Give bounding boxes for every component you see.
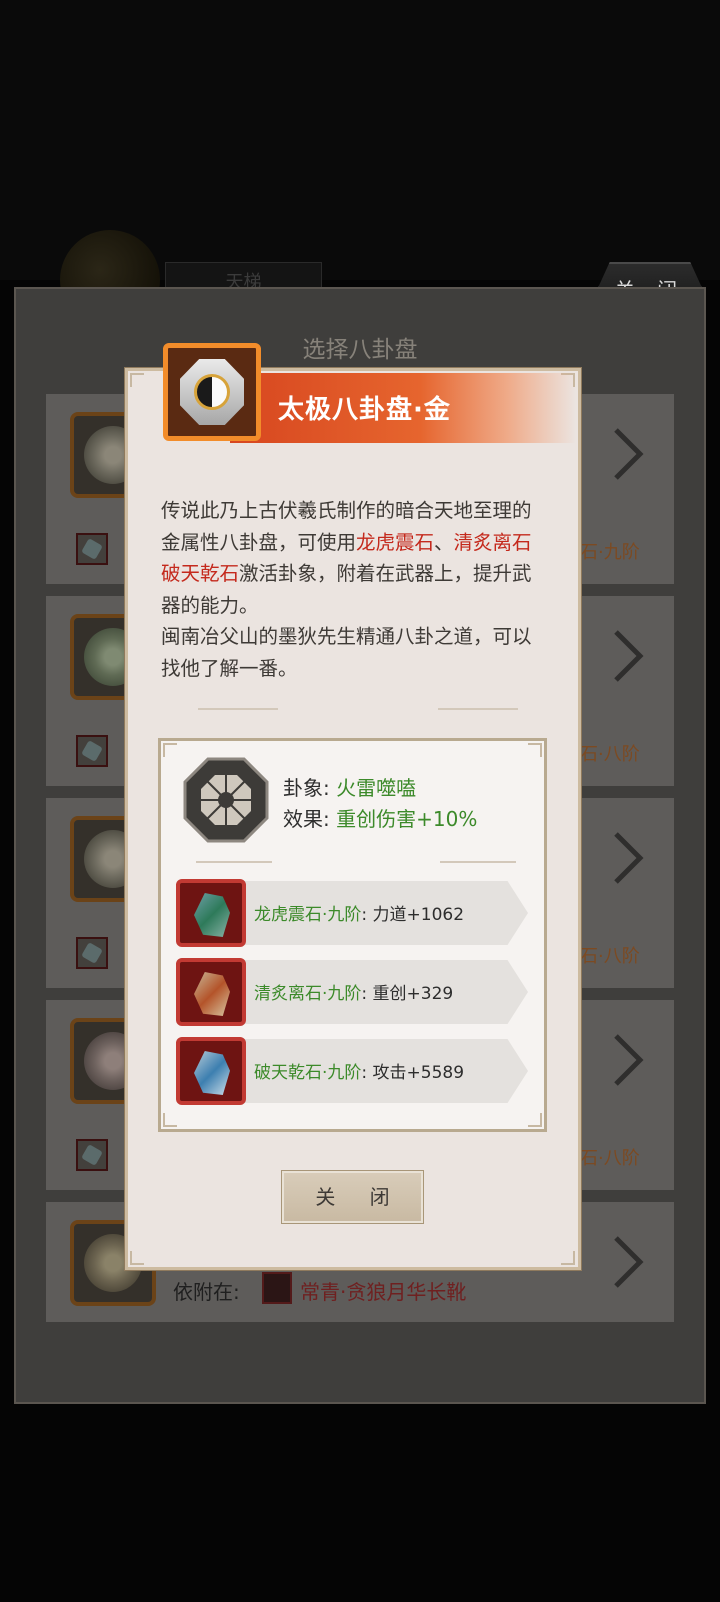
effect-line: 效果: 重创伤害+10% bbox=[283, 803, 477, 832]
effect-value: 重创伤害+10% bbox=[336, 807, 478, 831]
stone-tier-label: 石·八阶 bbox=[580, 744, 640, 765]
desc-stone-highlight: 破天乾石 bbox=[161, 562, 240, 585]
bagua-trigram-icon bbox=[183, 757, 269, 843]
gua-label: 卦象: bbox=[283, 776, 330, 800]
longhu-stone-icon bbox=[176, 879, 246, 947]
chevron-right-icon bbox=[614, 428, 644, 480]
stone-small-icon bbox=[76, 533, 108, 565]
stone-stat: 龙虎震石·九阶: 力道+1062 bbox=[254, 900, 464, 925]
corner-ornament bbox=[561, 1251, 575, 1265]
corner-ornament bbox=[130, 373, 144, 387]
stone-name: 清炙离石·九阶 bbox=[254, 984, 362, 1004]
chevron-right-icon bbox=[614, 1236, 644, 1288]
stone-row[interactable]: 龙虎震石·九阶: 力道+1062 bbox=[176, 879, 528, 947]
chevron-right-icon bbox=[614, 1034, 644, 1086]
stone-tier-label: 石·九阶 bbox=[580, 542, 640, 563]
desc-stone-highlight: 清炙离石 bbox=[453, 530, 532, 554]
stone-tier-label: 石·八阶 bbox=[580, 1148, 640, 1169]
stone-row[interactable]: 破天乾石·九阶: 攻击+5589 bbox=[176, 1037, 528, 1105]
corner-ornament bbox=[528, 1113, 542, 1127]
attach-label: 依附在: bbox=[173, 1280, 240, 1304]
chevron-right-icon bbox=[614, 832, 644, 884]
desc-stone-highlight: 龙虎震石 bbox=[356, 530, 435, 554]
desc-text: 闽南冶父山的墨狄先生精通八卦之道，可以找他了解一番。 bbox=[161, 625, 532, 680]
gua-line: 卦象: 火雷噬嗑 bbox=[283, 772, 416, 801]
corner-ornament bbox=[163, 1113, 177, 1127]
stone-stat: 清炙离石·九阶: 重创+329 bbox=[254, 979, 453, 1004]
stone-stat-value: 力道+1062 bbox=[372, 905, 465, 925]
stone-sep: : bbox=[361, 905, 368, 925]
stone-sep: : bbox=[361, 1063, 368, 1083]
divider-ornament bbox=[198, 702, 518, 716]
panel-title: 选择八卦盘 bbox=[302, 337, 418, 363]
corner-ornament bbox=[528, 743, 542, 757]
stone-tier-label: 石·八阶 bbox=[580, 946, 640, 967]
chevron-right-icon bbox=[614, 630, 644, 682]
stone-small-icon bbox=[76, 1139, 108, 1171]
gua-value: 火雷噬嗑 bbox=[336, 776, 417, 800]
item-description: 传说此乃上古伏羲氏制作的暗合天地至理的金属性八卦盘，可使用龙虎震石、清炙离石 破天… bbox=[161, 495, 541, 684]
corner-ornament bbox=[163, 743, 177, 757]
stone-stat: 破天乾石·九阶: 攻击+5589 bbox=[254, 1058, 464, 1083]
divider-ornament bbox=[196, 855, 516, 869]
stone-stat-value: 攻击+5589 bbox=[372, 1063, 465, 1083]
potian-stone-icon bbox=[176, 1037, 246, 1105]
stone-small-icon bbox=[76, 937, 108, 969]
effect-label: 效果: bbox=[283, 807, 330, 831]
stone-stat-value: 重创+329 bbox=[372, 984, 454, 1004]
qingzhi-stone-icon bbox=[176, 958, 246, 1026]
boots-icon bbox=[262, 1272, 292, 1304]
modal-title: 太极八卦盘·金 bbox=[278, 395, 451, 425]
stone-row[interactable]: 清炙离石·九阶: 重创+329 bbox=[176, 958, 528, 1026]
stone-name: 破天乾石·九阶 bbox=[254, 1063, 362, 1083]
stone-sep: : bbox=[361, 984, 368, 1004]
desc-separator: 、 bbox=[434, 530, 454, 554]
modal-close-button[interactable]: 关 闭 bbox=[281, 1170, 424, 1224]
attach-item-name: 常青·贪狼月华长靴 bbox=[300, 1280, 467, 1304]
bagua-disc-icon bbox=[163, 343, 261, 441]
stone-name: 龙虎震石·九阶 bbox=[254, 905, 362, 925]
stone-small-icon bbox=[76, 735, 108, 767]
corner-ornament bbox=[130, 1251, 144, 1265]
